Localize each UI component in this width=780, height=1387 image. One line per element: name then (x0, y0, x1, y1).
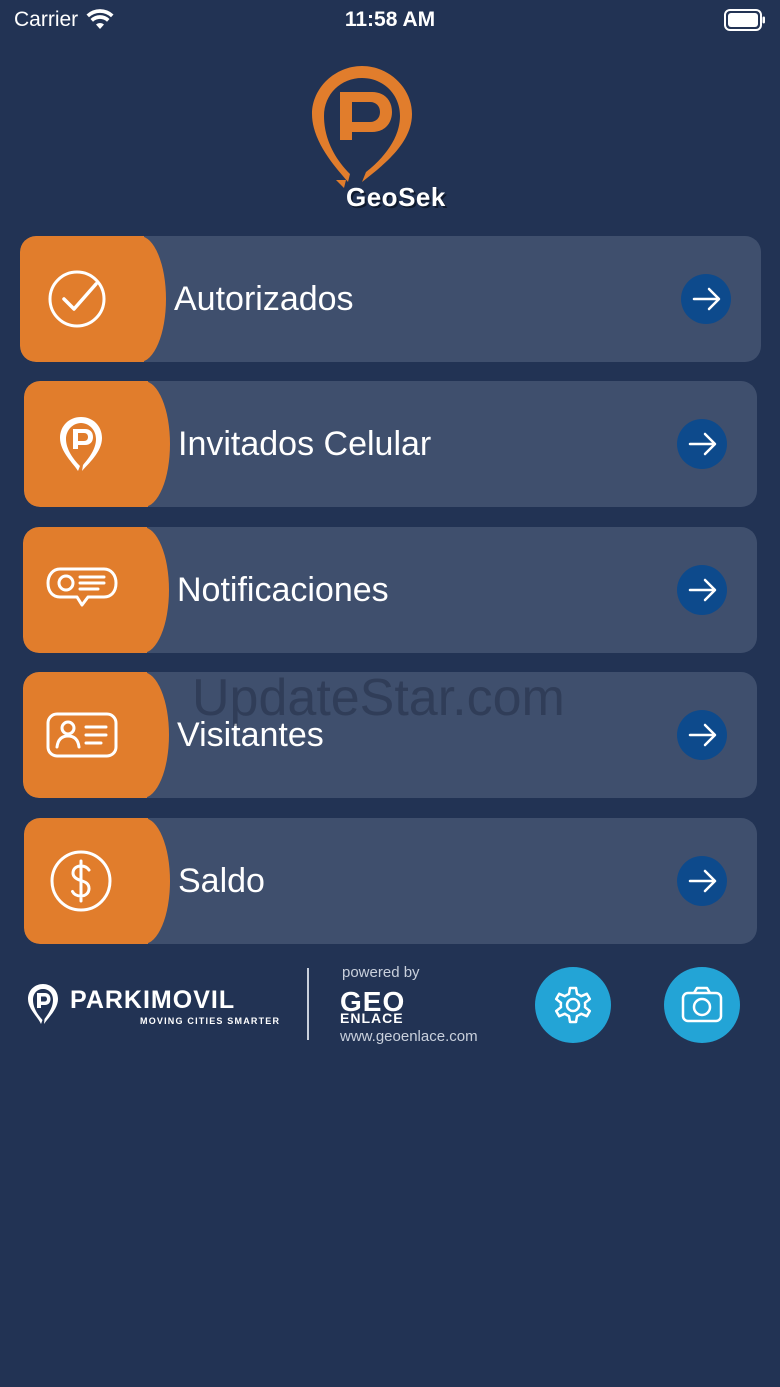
footer-divider (307, 968, 309, 1040)
status-time: 11:58 AM (344, 8, 436, 31)
camera-icon (681, 986, 723, 1023)
id-card-icon (46, 712, 118, 758)
geoenlace-logo: powered by GEO ENLACE www.geoenlace.com (340, 962, 510, 1048)
arrow-right-icon[interactable] (677, 710, 727, 760)
menu-label: Visitantes (177, 716, 324, 754)
menu-label: Saldo (178, 862, 265, 900)
geoenlace-url[interactable]: www.geoenlace.com (340, 1028, 478, 1045)
menu-label: Autorizados (174, 280, 354, 318)
parking-pin-small-icon (28, 984, 58, 1024)
logo-brand-text: GeoSek (346, 182, 446, 212)
enlace-word: ENLACE (340, 1010, 404, 1026)
settings-button[interactable] (535, 967, 611, 1043)
status-bar: Carrier 11:58 AM (0, 0, 780, 42)
arrow-right-icon[interactable] (677, 856, 727, 906)
menu-item-notificaciones[interactable]: Notificaciones (23, 527, 757, 653)
parkimovil-logo: PARKIMOVIL MOVING CITIES SMARTER (26, 980, 296, 1030)
menu-item-saldo[interactable]: Saldo (24, 818, 757, 944)
dollar-coin-icon (50, 850, 112, 912)
arrow-right-icon[interactable] (677, 419, 727, 469)
menu-label: Notificaciones (177, 571, 389, 609)
gear-icon (554, 986, 592, 1024)
menu-item-visitantes[interactable]: Visitantes (23, 672, 757, 798)
menu-item-autorizados[interactable]: Autorizados (20, 236, 761, 362)
message-bubble-icon (46, 567, 118, 607)
menu-item-invitados-celular[interactable]: Invitados Celular (24, 381, 757, 507)
battery-icon (724, 9, 766, 36)
parking-pin-icon (60, 417, 102, 471)
geosek-logo: GeoSek (300, 62, 480, 212)
camera-button[interactable] (664, 967, 740, 1043)
menu-label: Invitados Celular (178, 425, 432, 463)
check-circle-icon (48, 270, 106, 328)
arrow-right-icon[interactable] (681, 274, 731, 324)
arrow-right-icon[interactable] (677, 565, 727, 615)
parkimovil-tagline: MOVING CITIES SMARTER (140, 1016, 281, 1026)
powered-by-label: powered by (342, 964, 420, 981)
parkimovil-name: PARKIMOVIL (70, 986, 236, 1014)
